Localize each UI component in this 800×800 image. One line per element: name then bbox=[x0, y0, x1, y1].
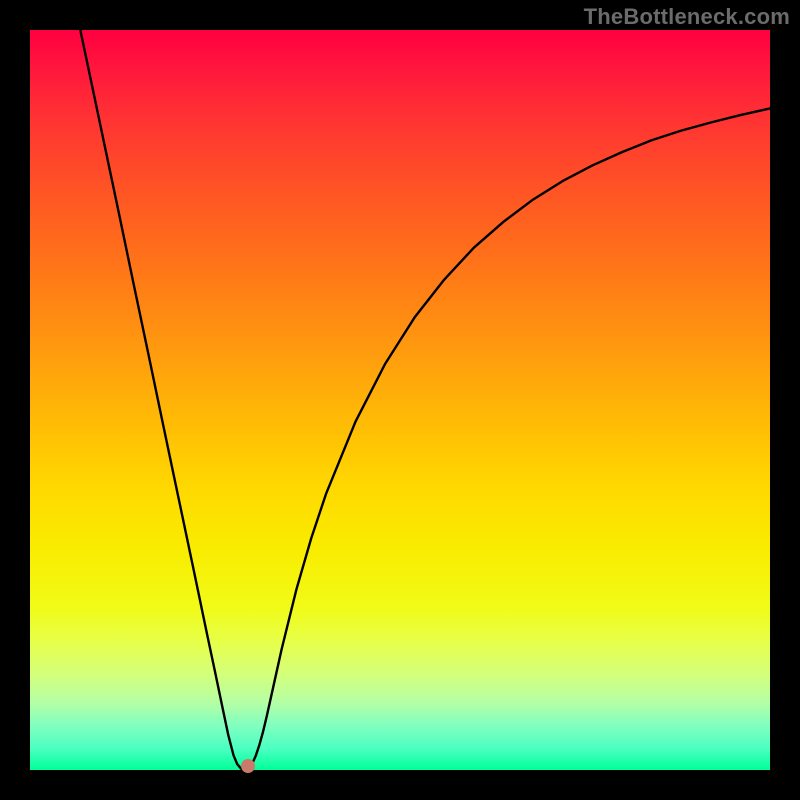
plot-area bbox=[30, 30, 770, 770]
bottleneck-curve bbox=[80, 30, 770, 770]
chart-frame: TheBottleneck.com bbox=[0, 0, 800, 800]
curve-svg bbox=[30, 30, 770, 770]
optimum-point-marker bbox=[241, 759, 255, 773]
watermark-text: TheBottleneck.com bbox=[584, 4, 790, 30]
